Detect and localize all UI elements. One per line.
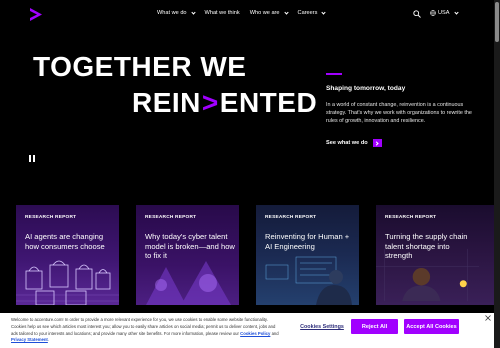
worker-portrait-image bbox=[376, 248, 479, 302]
accent-bar bbox=[326, 73, 342, 75]
nav-label: What we think bbox=[204, 10, 240, 16]
nav-who-we-are[interactable]: Who we are bbox=[249, 9, 289, 16]
see-what-we-do-link[interactable]: See what we do bbox=[326, 139, 382, 147]
chevron-down-icon bbox=[453, 9, 459, 15]
hero-subtitle: Shaping tomorrow, today bbox=[326, 85, 406, 92]
nav-what-we-do[interactable]: What we do bbox=[157, 9, 196, 16]
cookies-settings-button[interactable]: Cookies Settings bbox=[297, 320, 347, 334]
scrollbar-thumb[interactable] bbox=[495, 2, 499, 42]
card-tag: RESEARCH REPORT bbox=[385, 215, 437, 220]
card-tag: RESEARCH REPORT bbox=[265, 215, 317, 220]
accenture-logo-icon[interactable] bbox=[30, 8, 42, 21]
locale-label: USA bbox=[438, 10, 450, 16]
cookie-text-part: Welcome to accenture.com! In order to pr… bbox=[11, 317, 276, 336]
nav-careers[interactable]: Careers bbox=[297, 9, 327, 16]
research-card-human-ai[interactable]: RESEARCH REPORT Reinventing for Human + … bbox=[256, 205, 359, 305]
site-header: What we do What we think Who we are Care… bbox=[0, 0, 494, 30]
nav-label: What we do bbox=[157, 10, 187, 16]
locale-selector[interactable]: USA bbox=[430, 9, 459, 16]
reject-all-button[interactable]: Reject All bbox=[351, 319, 398, 334]
accent-gt-glyph: > bbox=[201, 87, 219, 118]
research-card-cyber-talent[interactable]: RESEARCH REPORT Why today's cyber talent… bbox=[136, 205, 239, 305]
privacy-statement-link[interactable]: Privacy Statement bbox=[11, 337, 48, 342]
chevron-down-icon bbox=[190, 9, 196, 15]
arrow-right-icon bbox=[372, 139, 382, 147]
card-tag: RESEARCH REPORT bbox=[145, 215, 197, 220]
chevron-down-icon bbox=[321, 9, 327, 15]
card-tag: RESEARCH REPORT bbox=[25, 215, 77, 220]
close-icon[interactable] bbox=[485, 315, 491, 321]
pause-video-button[interactable] bbox=[29, 155, 36, 162]
accept-all-cookies-button[interactable]: Accept All Cookies bbox=[404, 319, 459, 334]
nav-what-we-think[interactable]: What we think bbox=[205, 10, 240, 16]
hero-text-part: ENTED bbox=[219, 87, 318, 118]
nav-label: Who we are bbox=[249, 10, 280, 16]
hero-description: In a world of constant change, reinventi… bbox=[326, 102, 472, 124]
main-nav: What we do What we think Who we are Care… bbox=[157, 9, 327, 16]
nav-label: Careers bbox=[297, 10, 318, 16]
link-label: See what we do bbox=[326, 140, 368, 146]
search-icon[interactable] bbox=[413, 10, 421, 18]
research-card-supply-chain[interactable]: RESEARCH REPORT Turning the supply chain… bbox=[376, 205, 494, 305]
cookie-text-part: . bbox=[47, 337, 50, 343]
hero-text-part: REIN bbox=[132, 87, 201, 118]
chevron-down-icon bbox=[283, 9, 289, 15]
shopping-bags-image bbox=[16, 260, 119, 305]
hero-headline-line1: TOGETHER WE bbox=[33, 51, 247, 82]
research-card-ai-agents[interactable]: RESEARCH REPORT AI agents are changing h… bbox=[16, 205, 119, 305]
page-scrollbar[interactable] bbox=[494, 0, 500, 348]
abstract-shapes-image bbox=[146, 261, 231, 305]
globe-icon bbox=[430, 10, 436, 16]
engineer-hologram-image bbox=[265, 256, 352, 305]
cookie-banner-text: Welcome to accenture.com! In order to pr… bbox=[11, 317, 283, 344]
cookie-text-part: and bbox=[270, 330, 279, 336]
hero-headline-line2: REIN > ENTED bbox=[132, 89, 317, 117]
cookies-policy-link[interactable]: Cookies Policy bbox=[240, 331, 270, 336]
